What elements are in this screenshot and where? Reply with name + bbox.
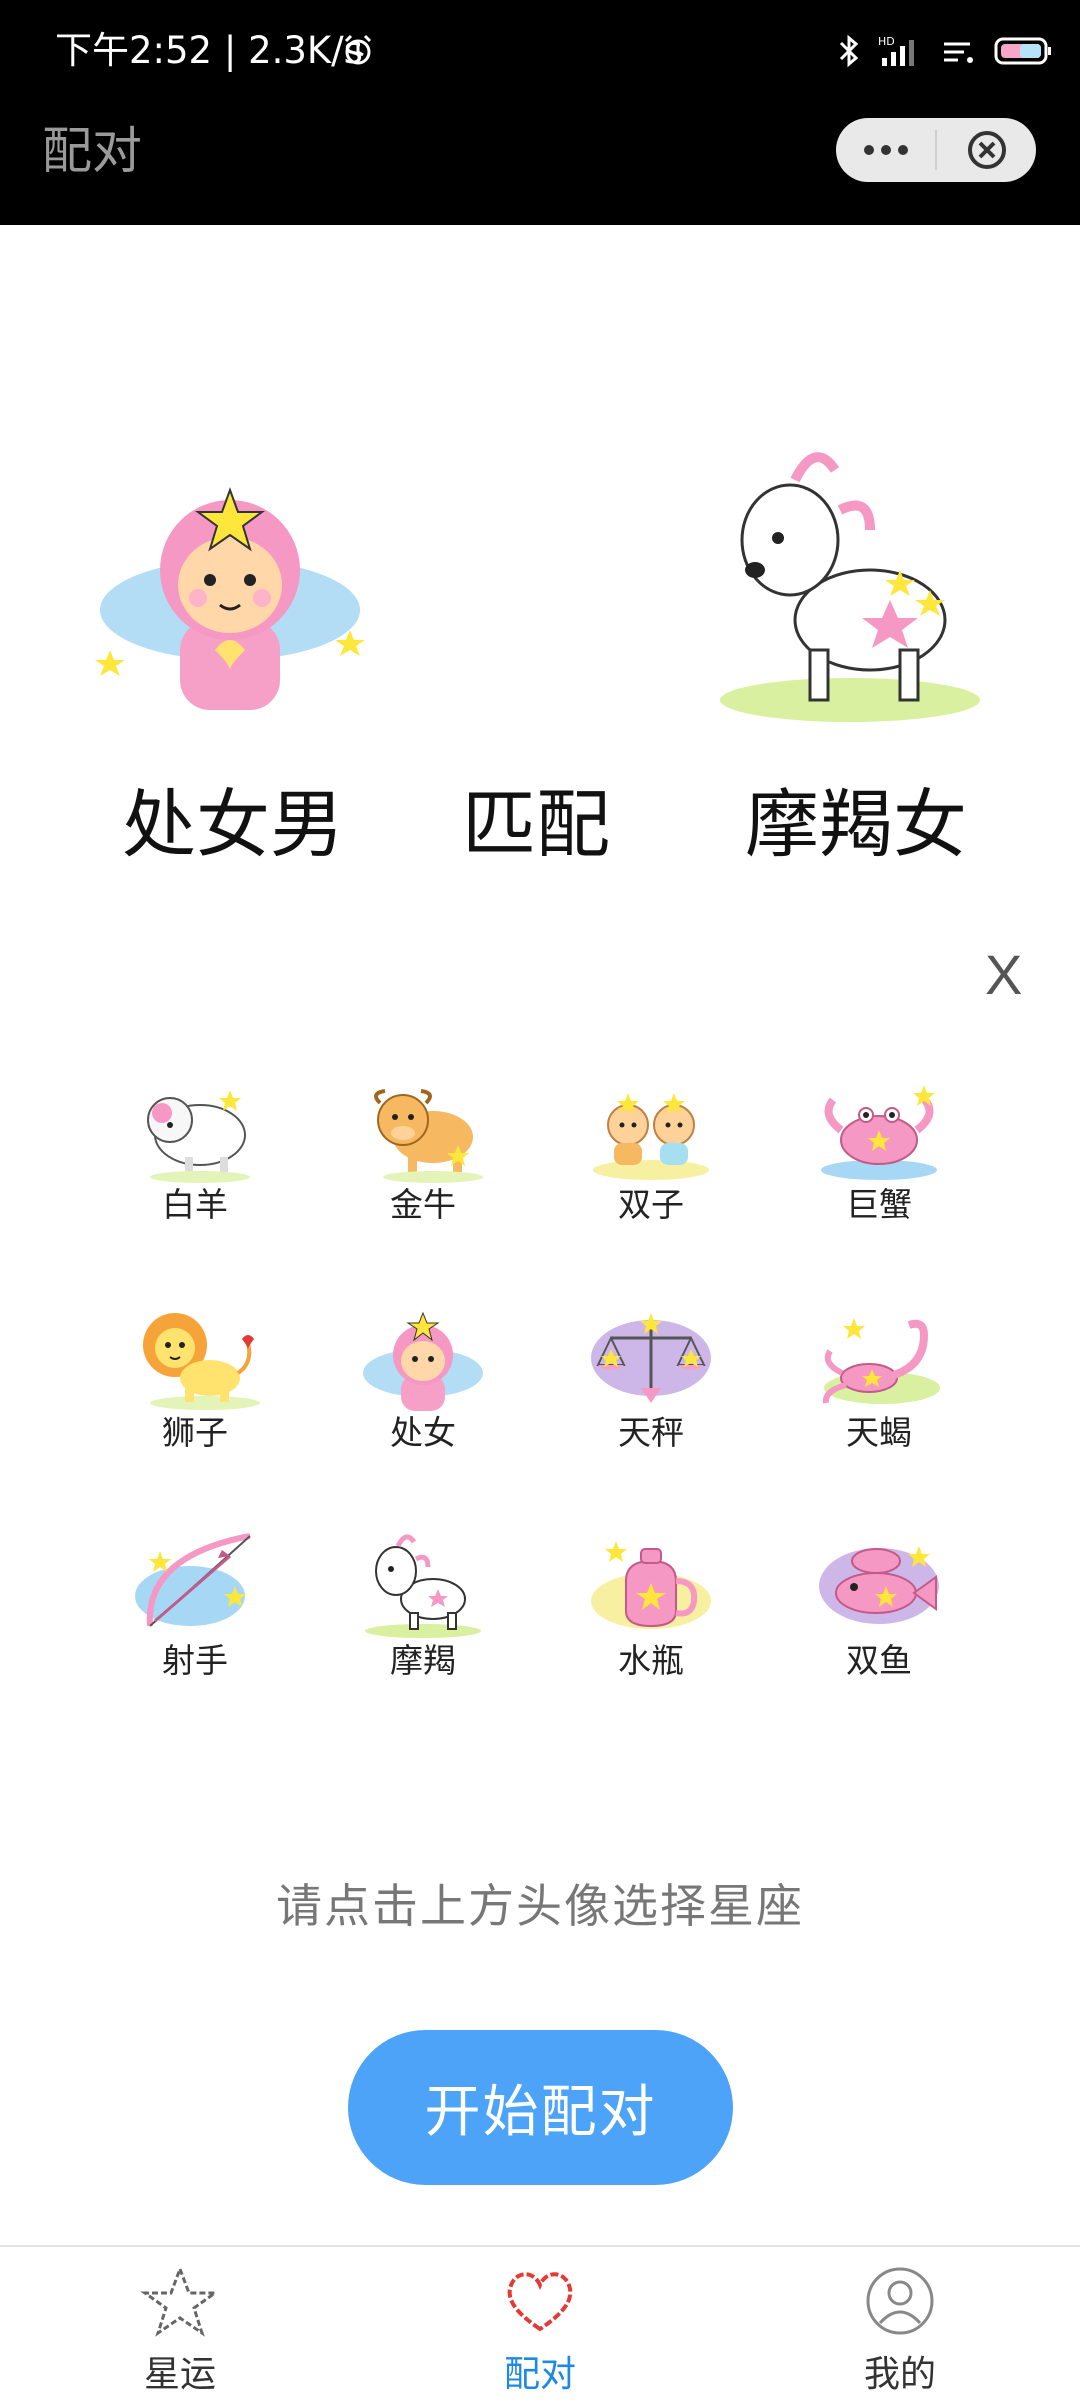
zodiac-name: 金牛 [390,1185,456,1224]
zodiac-item-taurus[interactable]: 金牛 [343,1075,503,1245]
wifi-icon [944,42,973,63]
user-icon [866,2267,934,2335]
virgo-girl-icon [363,1311,483,1411]
top-bar: 下午2:52 | 2.3K/s HD 配对 [0,0,1080,225]
more-button[interactable] [836,118,935,182]
bluetooth-icon [839,34,859,68]
male-sign-avatar[interactable] [80,420,380,740]
zodiac-item-scorpio[interactable]: 天蝎 [799,1303,959,1473]
tab-label: 配对 [503,2354,576,2395]
pisces-fish-icon [819,1546,939,1624]
tab-mine[interactable]: 我的 [800,2265,1000,2397]
tab-fortune[interactable]: 星运 [80,2264,280,2397]
female-sign-label: 摩羯女 [745,782,967,868]
signal-icon: HD [878,35,914,66]
tab-label: 我的 [863,2354,936,2395]
zodiac-item-aries[interactable]: 白羊 [115,1075,275,1245]
zodiac-name: 狮子 [162,1413,228,1452]
heart-icon [507,2272,573,2332]
zodiac-item-capricorn[interactable]: 摩羯 [343,1531,503,1701]
zodiac-item-virgo[interactable]: 处女 [343,1303,503,1473]
zodiac-name: 巨蟹 [846,1185,912,1224]
battery-icon [994,37,1051,65]
bottom-tab-bar: 星运 配对 我的 [0,2245,1080,2402]
svg-text:HD: HD [878,35,895,48]
male-sign-label: 处女男 [122,782,344,868]
zodiac-item-sagittarius[interactable]: 射手 [115,1531,275,1701]
zodiac-name: 水瓶 [618,1641,684,1680]
zodiac-item-gemini[interactable]: 双子 [571,1075,731,1245]
zodiac-item-cancer[interactable]: 巨蟹 [799,1075,959,1245]
aries-ram-icon [147,1090,250,1183]
aquarius-jar-icon [591,1541,711,1629]
page-title: 配对 [42,122,142,180]
status-time-speed: 下午2:52 | 2.3K/s [55,29,363,72]
zodiac-item-leo[interactable]: 狮子 [115,1303,275,1473]
close-picker-button[interactable]: X [985,945,1022,1005]
star-icon [140,2264,220,2337]
alarm-icon [344,34,372,65]
zodiac-item-libra[interactable]: 天秤 [571,1303,731,1473]
zodiac-name: 摩羯 [390,1641,456,1680]
cancer-crab-icon [821,1085,937,1180]
zodiac-name: 双子 [618,1185,684,1224]
scorpio-scorpion-icon [822,1318,940,1404]
zodiac-name: 处女 [390,1413,456,1452]
hint-text: 请点击上方头像选择星座 [276,1879,804,1933]
capricorn-goat-icon [365,1534,481,1638]
virgo-girl-icon [95,487,365,710]
zodiac-name: 白羊 [162,1185,228,1224]
zodiac-name: 射手 [162,1641,228,1680]
zodiac-item-pisces[interactable]: 双鱼 [799,1531,959,1701]
tab-label: 星运 [143,2354,216,2395]
libra-scales-icon [591,1313,711,1403]
female-sign-avatar[interactable] [700,420,1000,740]
leo-lion-icon [143,1313,260,1410]
mini-program-capsule [836,118,1036,182]
capricorn-goat-icon [720,452,980,722]
taurus-bull-icon [374,1089,483,1183]
zodiac-item-aquarius[interactable]: 水瓶 [571,1531,731,1701]
start-match-button[interactable]: 开始配对 [348,2030,733,2185]
exit-button[interactable] [937,118,1036,182]
zodiac-name: 天蝎 [846,1413,912,1452]
match-label: 匹配 [462,782,610,868]
sagittarius-bow-icon [135,1533,251,1627]
zodiac-name: 天秤 [618,1413,684,1452]
more-icon [863,145,908,155]
gemini-twins-icon [593,1093,709,1180]
tab-match[interactable]: 配对 [440,2265,640,2397]
status-icons: HD [838,26,1052,76]
close-circle-icon [967,131,1006,169]
zodiac-name: 双鱼 [846,1641,912,1680]
